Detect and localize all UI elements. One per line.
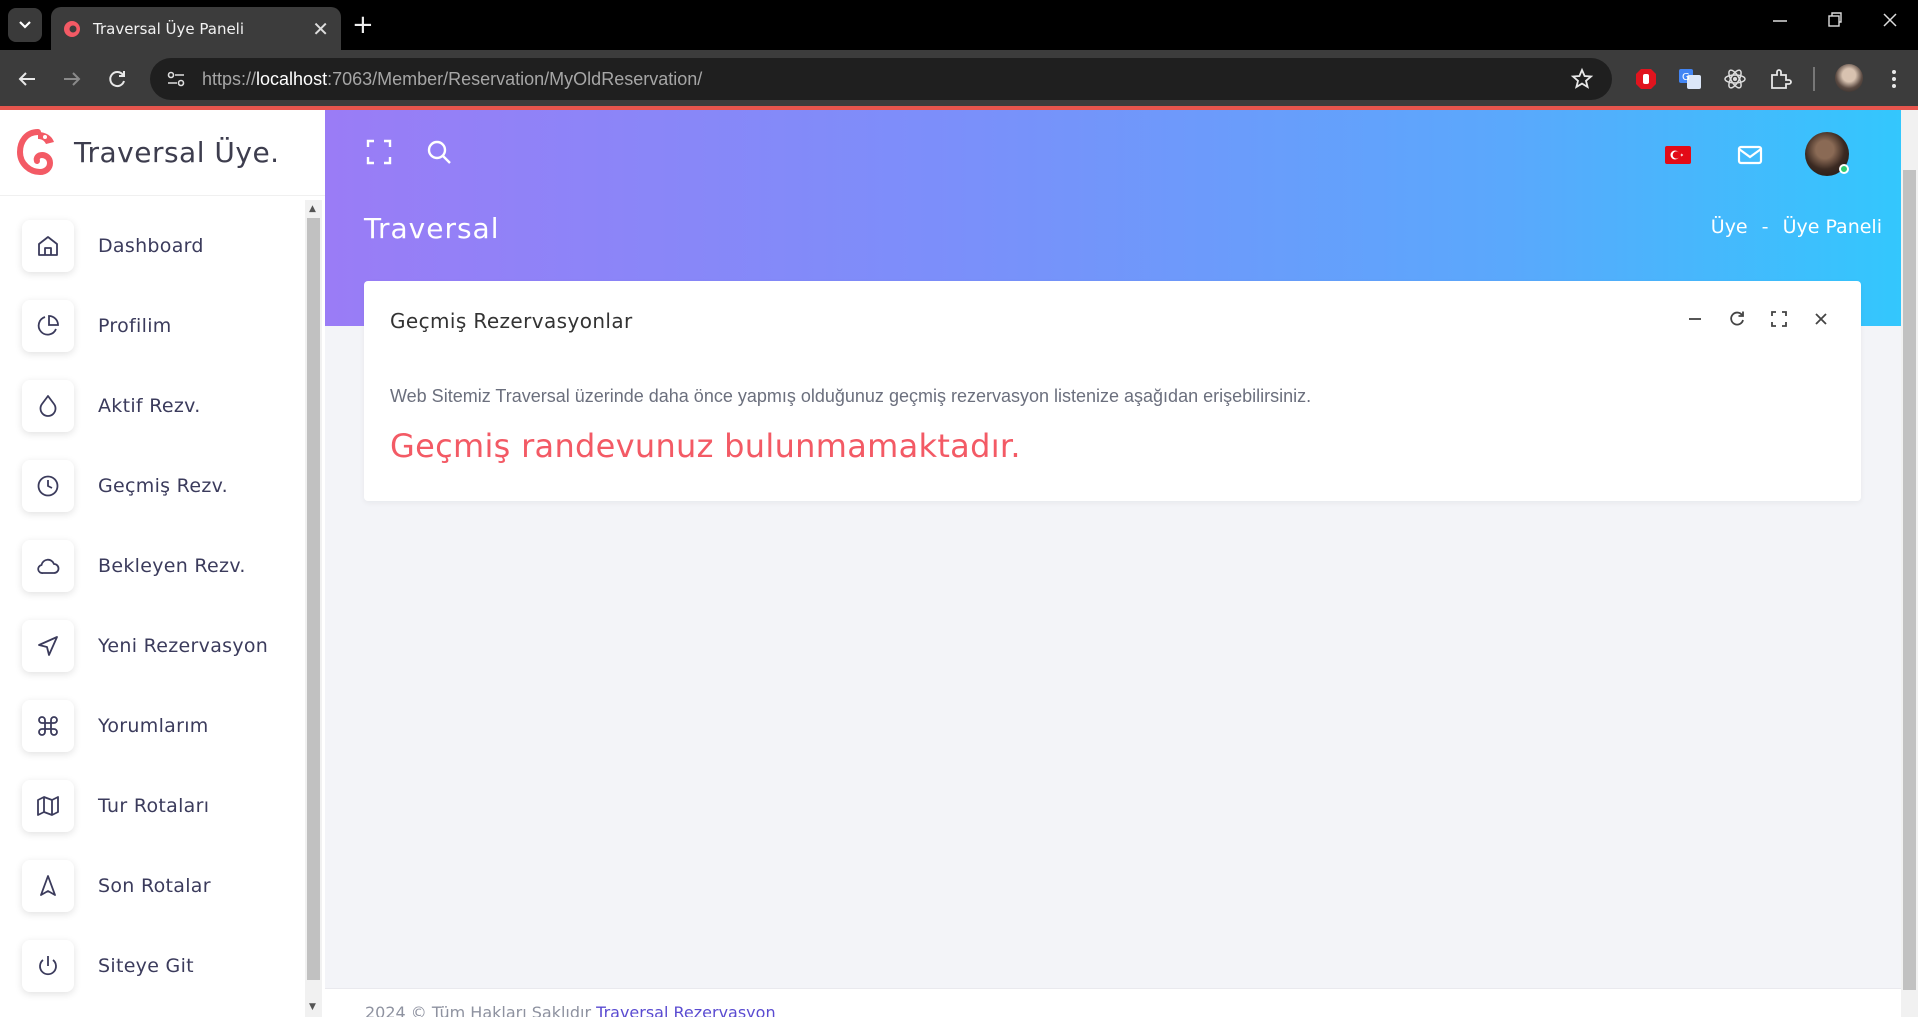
address-bar[interactable]: https://localhost:7063/Member/Reservatio… [150, 58, 1612, 100]
sidebar-item-label: Siteye Git [98, 955, 194, 977]
sidebar-item-label: Yeni Rezervasyon [98, 635, 269, 657]
sidebar-item-bekleyen-rezv[interactable]: Bekleyen Rezv. [0, 526, 305, 606]
refresh-card-icon[interactable] [1727, 309, 1747, 329]
card-title: Geçmiş Rezervasyonlar [390, 309, 633, 333]
map-icon [37, 796, 59, 816]
expand-card-icon[interactable] [1769, 309, 1789, 329]
card-description: Web Sitemiz Traversal üzerinde daha önce… [390, 386, 1312, 406]
breadcrumb-item-uye-paneli: Üye Paneli [1782, 216, 1882, 238]
footer-link[interactable]: Traversal Rezervasyon [596, 1003, 775, 1017]
sidebar-item-aktif-rezv[interactable]: Aktif Rezv. [0, 366, 305, 446]
adblock-extension-icon[interactable] [1634, 67, 1658, 91]
command-icon [38, 716, 58, 736]
favicon-icon [64, 20, 80, 37]
svg-text:G: G [1682, 72, 1690, 83]
url-text: https://localhost:7063/Member/Reservatio… [202, 68, 703, 89]
logo-text: Traversal Üye. [74, 136, 280, 169]
mail-icon[interactable] [1736, 141, 1764, 169]
sidebar-item-label: Geçmiş Rezv. [98, 475, 229, 497]
sidebar-item-label: Son Rotalar [98, 875, 211, 897]
browser-tab[interactable]: Traversal Üye Paneli ✕ [51, 7, 341, 50]
site-info-icon[interactable] [164, 67, 188, 91]
translate-extension-icon[interactable]: G [1678, 67, 1702, 91]
past-reservations-card: Geçmiş Rezervasyonlar Web Sitemiz Traver… [364, 281, 1861, 501]
user-avatar[interactable] [1805, 132, 1849, 176]
sidebar-scrollbar[interactable]: ▲ ▼ [305, 200, 322, 1017]
scroll-down-icon[interactable]: ▼ [309, 1002, 316, 1012]
search-icon[interactable] [425, 138, 453, 166]
sidebar-item-yorumlarim[interactable]: Yorumlarım [0, 686, 305, 766]
sidebar-item-label: Bekleyen Rezv. [98, 555, 246, 577]
sidebar-item-profilim[interactable]: Profilim [0, 286, 305, 366]
sidebar-item-siteye-git[interactable]: Siteye Git [0, 926, 305, 1006]
navigation-alt-icon [40, 875, 56, 896]
breadcrumb: Üye - Üye Paneli [1703, 216, 1882, 238]
navigation-icon [38, 636, 58, 656]
sidebar-item-yeni-rezervasyon[interactable]: Yeni Rezervasyon [0, 606, 305, 686]
sidebar-item-label: Aktif Rezv. [98, 395, 201, 417]
forward-icon[interactable] [59, 66, 85, 92]
sidebar-item-gecmis-rezv[interactable]: Geçmiş Rezv. [0, 446, 305, 526]
cloud-icon [37, 558, 60, 574]
close-tab-icon[interactable]: ✕ [312, 17, 329, 41]
footer: 2024 © Tüm Hakları Saklıdır Traversal Re… [325, 988, 1902, 1017]
browser-toolbar: https://localhost:7063/Member/Reservatio… [0, 50, 1918, 108]
footer-copyright: 2024 © Tüm Hakları Saklıdır Traversal Re… [365, 1003, 776, 1017]
sidebar-item-tur-rotalari[interactable]: Tur Rotaları [0, 766, 305, 846]
online-status-dot [1839, 164, 1849, 174]
scroll-up-icon[interactable]: ▲ [309, 204, 316, 214]
card-tools [1685, 309, 1831, 329]
browser-tab-bar: Traversal Üye Paneli ✕ + [0, 0, 1918, 50]
restore-icon[interactable] [1827, 10, 1843, 35]
sidebar-scroll-thumb[interactable] [307, 218, 320, 980]
toolbar-divider [1813, 67, 1815, 91]
sidebar-menu: Dashboard Profilim Aktif Rezv. Geçmiş Re… [0, 206, 305, 1006]
power-icon [39, 956, 57, 976]
pie-chart-icon [37, 315, 59, 336]
minimize-card-icon[interactable] [1685, 309, 1705, 329]
extensions-puzzle-icon[interactable] [1768, 67, 1792, 91]
breadcrumb-item-uye[interactable]: Üye [1711, 216, 1748, 238]
tab-search-button[interactable] [8, 8, 42, 42]
sidebar-logo[interactable]: Traversal Üye. [0, 110, 325, 196]
chameleon-logo-icon [16, 128, 54, 175]
page-title: Traversal [364, 212, 500, 245]
sidebar-item-label: Profilim [98, 315, 172, 337]
chevron-down-icon [19, 21, 31, 29]
close-card-icon[interactable] [1811, 309, 1831, 329]
sidebar-item-label: Dashboard [98, 235, 204, 257]
profile-avatar[interactable] [1835, 64, 1863, 92]
back-icon[interactable] [14, 66, 40, 92]
sidebar-item-dashboard[interactable]: Dashboard [0, 206, 305, 286]
new-tab-button[interactable]: + [352, 10, 374, 40]
minimize-icon[interactable] [1772, 10, 1788, 35]
clock-icon [37, 475, 59, 497]
more-menu-icon[interactable] [1882, 67, 1906, 91]
page-scrollbar[interactable] [1901, 110, 1918, 1017]
language-flag-turkey[interactable] [1665, 146, 1691, 164]
fullscreen-icon[interactable] [365, 138, 393, 166]
home-icon [38, 236, 58, 256]
breadcrumb-separator: - [1761, 216, 1769, 238]
reload-icon[interactable] [104, 66, 130, 92]
empty-state-message: Geçmiş randevunuz bulunmamaktadır. [390, 427, 1021, 465]
sidebar-item-label: Yorumlarım [98, 715, 209, 737]
react-devtools-icon[interactable] [1723, 67, 1747, 91]
bookmark-star-icon[interactable] [1570, 67, 1594, 91]
tab-title: Traversal Üye Paneli [93, 19, 245, 38]
droplet-icon [39, 395, 57, 417]
sidebar-item-label: Tur Rotaları [98, 795, 210, 817]
sidebar-item-son-rotalar[interactable]: Son Rotalar [0, 846, 305, 926]
sidebar: Traversal Üye. Dashboard Profilim Aktif … [0, 110, 325, 1017]
page: Traversal Üye - Üye Paneli Geçmiş Rezerv… [0, 110, 1918, 1017]
close-window-icon[interactable] [1882, 10, 1898, 35]
